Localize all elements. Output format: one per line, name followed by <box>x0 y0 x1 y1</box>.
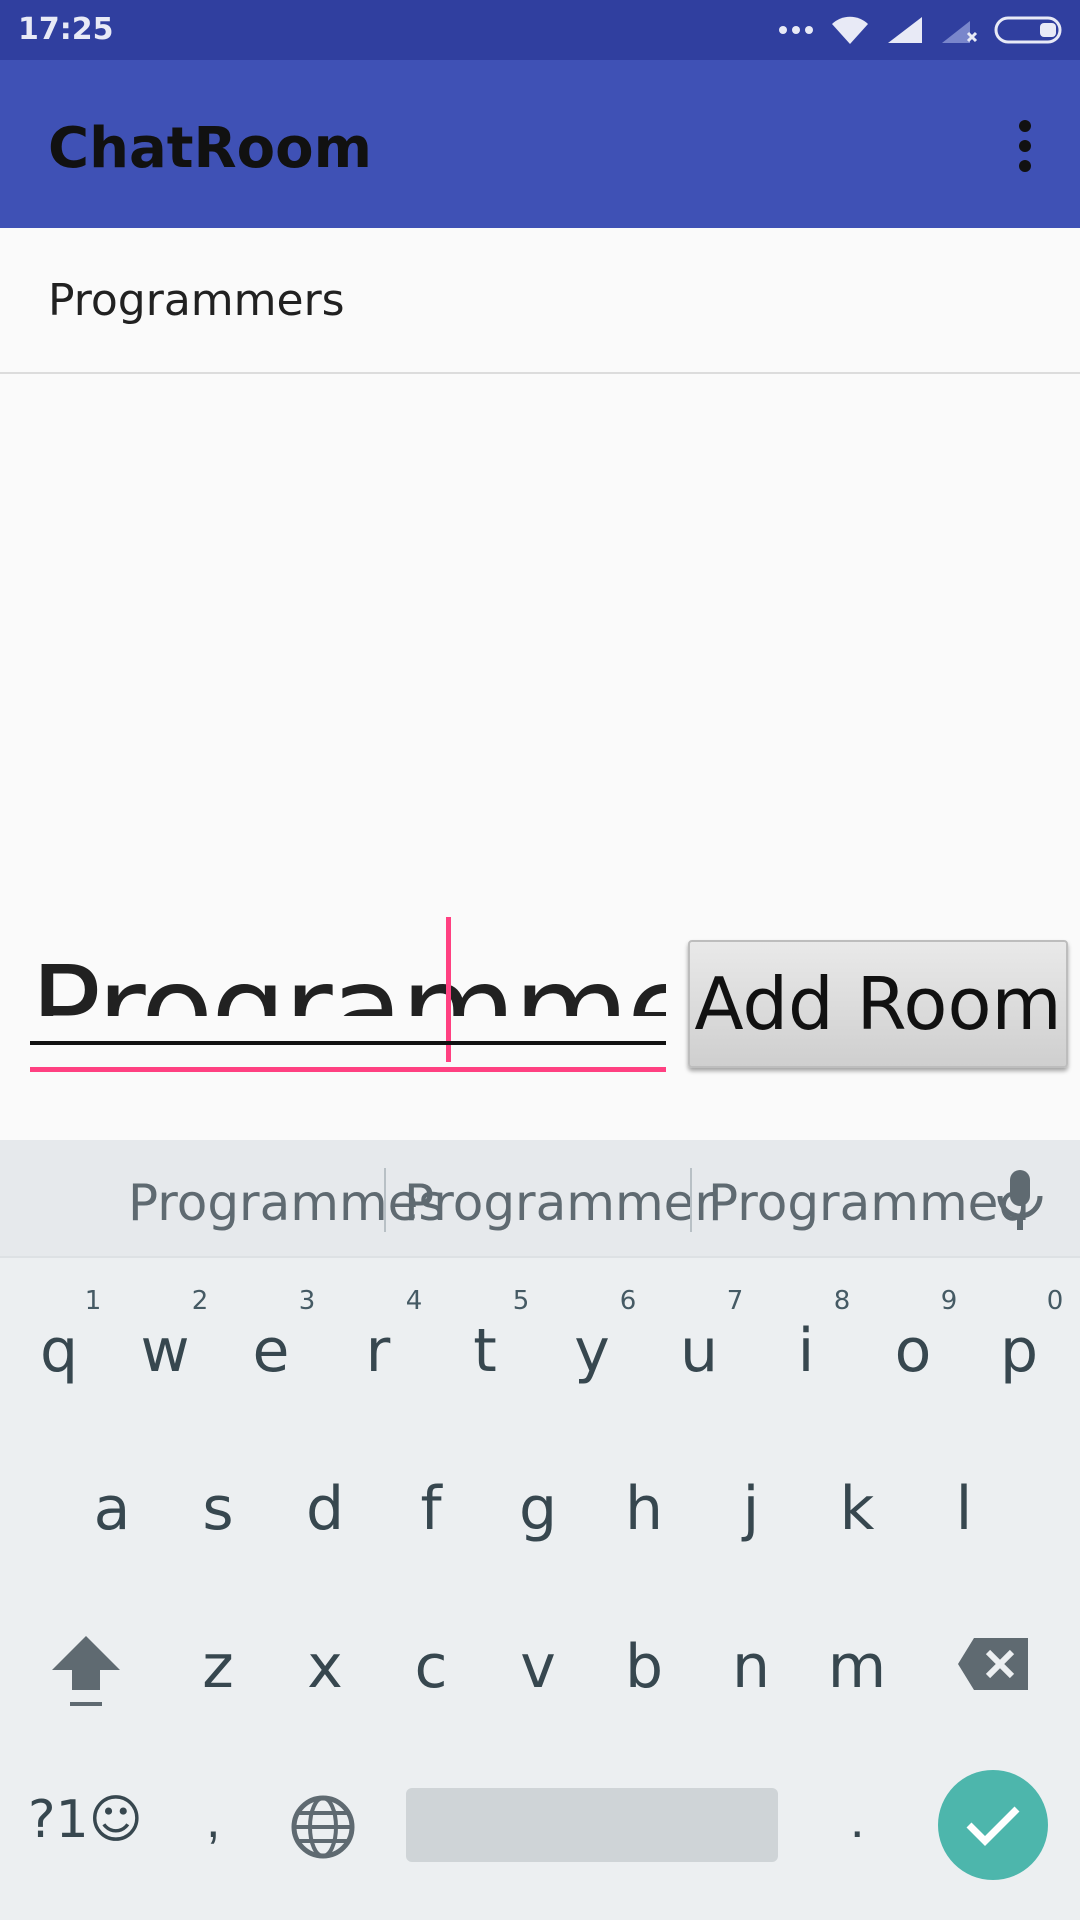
room-name-input[interactable]: Programmers <box>30 920 666 1016</box>
key-q[interactable]: q <box>19 1316 99 1386</box>
key-r[interactable]: r <box>338 1316 418 1386</box>
status-time: 17:25 <box>18 12 114 47</box>
status-bar: 17:25 <box>0 0 1080 60</box>
key-hint: 1 <box>84 1286 102 1316</box>
divider <box>384 1168 386 1232</box>
app-title: ChatRoom <box>48 116 372 181</box>
key-i[interactable]: i <box>766 1316 846 1386</box>
mic-icon[interactable] <box>990 1168 1050 1232</box>
key-h[interactable]: h <box>604 1474 684 1544</box>
key-u[interactable]: u <box>659 1316 739 1386</box>
key-j[interactable]: j <box>711 1474 791 1544</box>
suggestion-item[interactable]: Programmed <box>708 1174 1030 1232</box>
comma-key[interactable]: , <box>206 1790 220 1850</box>
signal-icon <box>888 17 922 43</box>
key-z[interactable]: z <box>178 1632 258 1702</box>
key-b[interactable]: b <box>604 1632 684 1702</box>
input-underline <box>30 1067 666 1072</box>
space-key[interactable] <box>406 1788 778 1862</box>
status-icons <box>778 10 1066 50</box>
check-icon <box>966 1806 1020 1846</box>
key-c[interactable]: c <box>391 1632 471 1702</box>
more-dots-icon <box>779 26 813 34</box>
globe-icon[interactable] <box>290 1794 356 1860</box>
shift-icon[interactable] <box>48 1632 124 1712</box>
key-n[interactable]: n <box>711 1632 791 1702</box>
enter-key[interactable] <box>938 1770 1048 1880</box>
key-hint: 8 <box>833 1286 851 1316</box>
key-a[interactable]: a <box>72 1474 152 1544</box>
key-d[interactable]: d <box>285 1474 365 1544</box>
signal-off-icon <box>942 21 978 43</box>
symbols-key[interactable]: ?1☺ <box>28 1790 143 1850</box>
key-g[interactable]: g <box>498 1474 578 1544</box>
suggestion-item[interactable]: Programmes <box>128 1174 444 1232</box>
key-hint: 9 <box>940 1286 958 1316</box>
key-hint: 3 <box>298 1286 316 1316</box>
key-l[interactable]: l <box>924 1474 1004 1544</box>
suggestion-bar: Programmes Programmer Programmed <box>0 1140 1080 1258</box>
period-key[interactable]: . <box>850 1790 864 1850</box>
room-list-item[interactable]: Programmers <box>0 228 1080 374</box>
key-hint: 6 <box>619 1286 637 1316</box>
key-s[interactable]: s <box>178 1474 258 1544</box>
add-room-button[interactable]: Add Room <box>688 940 1068 1068</box>
key-hint: 4 <box>405 1286 423 1316</box>
key-k[interactable]: k <box>817 1474 897 1544</box>
battery-icon <box>994 16 1062 44</box>
key-o[interactable]: o <box>873 1316 953 1386</box>
key-hint: 2 <box>191 1286 209 1316</box>
app-bar: ChatRoom <box>0 60 1080 228</box>
more-vert-icon[interactable] <box>1000 116 1050 176</box>
key-x[interactable]: x <box>285 1632 365 1702</box>
key-e[interactable]: e <box>231 1316 311 1386</box>
key-hint: 0 <box>1046 1286 1064 1316</box>
key-p[interactable]: p <box>979 1316 1059 1386</box>
divider <box>690 1168 692 1232</box>
suggestion-item[interactable]: Programmer <box>404 1174 715 1232</box>
backspace-icon[interactable] <box>956 1636 1030 1692</box>
key-v[interactable]: v <box>498 1632 578 1702</box>
key-y[interactable]: y <box>552 1316 632 1386</box>
key-w[interactable]: w <box>125 1316 205 1386</box>
key-f[interactable]: f <box>391 1474 471 1544</box>
composing-underline <box>30 1041 666 1045</box>
key-hint: 5 <box>512 1286 530 1316</box>
wifi-icon <box>832 16 868 44</box>
key-hint: 7 <box>726 1286 744 1316</box>
room-list: Programmers <box>0 228 1080 374</box>
key-m[interactable]: m <box>817 1632 897 1702</box>
key-t[interactable]: t <box>445 1316 525 1386</box>
room-name-input-text: Programmers <box>30 940 666 1016</box>
